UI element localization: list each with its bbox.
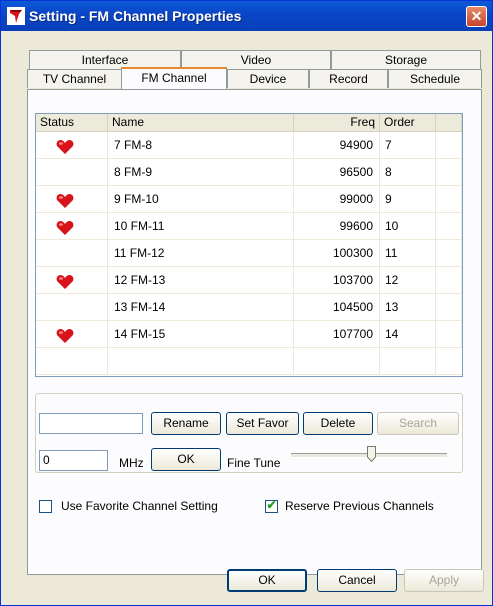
heart-icon bbox=[56, 192, 74, 208]
spacer-cell bbox=[436, 186, 462, 212]
status-cell bbox=[36, 321, 108, 347]
ok-button[interactable]: OK bbox=[227, 569, 307, 592]
tab-fm-channel[interactable]: FM Channel bbox=[121, 67, 227, 89]
table-row[interactable]: 14 FM-15 107700 14 bbox=[36, 321, 462, 348]
table-row[interactable]: 8 FM-9 96500 8 bbox=[36, 159, 462, 186]
empty-cell bbox=[108, 348, 294, 374]
reserve-previous-label: Reserve Previous Channels bbox=[285, 499, 434, 513]
tab-device[interactable]: Device bbox=[227, 69, 309, 88]
heart-icon bbox=[56, 327, 74, 343]
name-cell: 10 FM-11 bbox=[108, 213, 294, 239]
table-row[interactable]: 11 FM-12 100300 11 bbox=[36, 240, 462, 267]
close-icon: ✕ bbox=[470, 8, 483, 24]
close-button[interactable]: ✕ bbox=[466, 6, 487, 27]
header-order[interactable]: Order bbox=[380, 114, 436, 132]
dialog-window: Setting - FM Channel Properties ✕ Interf… bbox=[0, 0, 493, 606]
channel-list[interactable]: Status Name Freq Order 7 FM-8 94900 7 8 FM-… bbox=[35, 113, 463, 377]
use-favorite-label: Use Favorite Channel Setting bbox=[61, 499, 218, 513]
reserve-previous-checkbox[interactable]: ✔ bbox=[265, 498, 278, 513]
spacer-cell bbox=[436, 240, 462, 266]
header-name[interactable]: Name bbox=[108, 114, 294, 132]
empty-cell bbox=[380, 348, 436, 374]
spacer-cell bbox=[436, 321, 462, 347]
check-icon: ✔ bbox=[266, 498, 277, 512]
status-cell bbox=[36, 159, 108, 185]
freq-cell: 104500 bbox=[294, 294, 380, 320]
freq-cell: 94900 bbox=[294, 132, 380, 158]
cancel-button[interactable]: Cancel bbox=[317, 569, 397, 592]
freq-cell: 107700 bbox=[294, 321, 380, 347]
name-cell: 12 FM-13 bbox=[108, 267, 294, 293]
spacer-cell bbox=[436, 132, 462, 158]
spacer-cell bbox=[436, 294, 462, 320]
app-icon bbox=[7, 7, 25, 25]
heart-icon bbox=[56, 273, 74, 289]
order-cell: 7 bbox=[380, 132, 436, 158]
fine-tune-label: Fine Tune bbox=[227, 456, 281, 470]
delete-button[interactable]: Delete bbox=[303, 412, 373, 435]
status-cell bbox=[36, 240, 108, 266]
status-cell bbox=[36, 294, 108, 320]
rename-button[interactable]: Rename bbox=[151, 412, 221, 435]
name-cell: 8 FM-9 bbox=[108, 159, 294, 185]
window-title: Setting - FM Channel Properties bbox=[29, 8, 242, 24]
status-cell bbox=[36, 267, 108, 293]
freq-cell: 96500 bbox=[294, 159, 380, 185]
name-cell: 11 FM-12 bbox=[108, 240, 294, 266]
spacer-cell bbox=[436, 267, 462, 293]
status-cell bbox=[36, 186, 108, 212]
channel-name-input[interactable] bbox=[39, 413, 143, 434]
order-cell: 12 bbox=[380, 267, 436, 293]
order-cell: 8 bbox=[380, 159, 436, 185]
order-cell: 10 bbox=[380, 213, 436, 239]
header-freq[interactable]: Freq bbox=[294, 114, 380, 132]
order-cell: 14 bbox=[380, 321, 436, 347]
header-status[interactable]: Status bbox=[36, 114, 108, 132]
tab-record[interactable]: Record bbox=[309, 69, 388, 88]
set-favor-button[interactable]: Set Favor bbox=[226, 412, 299, 435]
name-cell: 13 FM-14 bbox=[108, 294, 294, 320]
tab-schedule[interactable]: Schedule bbox=[388, 69, 482, 88]
apply-button[interactable]: Apply bbox=[404, 569, 484, 592]
table-row[interactable]: 12 FM-13 103700 12 bbox=[36, 267, 462, 294]
ok-frequency-button[interactable]: OK bbox=[151, 448, 221, 471]
empty-row bbox=[36, 348, 462, 375]
empty-cell bbox=[294, 348, 380, 374]
slider-thumb[interactable] bbox=[367, 446, 376, 462]
tab-tv-channel[interactable]: TV Channel bbox=[27, 69, 122, 88]
freq-cell: 99000 bbox=[294, 186, 380, 212]
header-spacer bbox=[436, 114, 462, 132]
name-cell: 14 FM-15 bbox=[108, 321, 294, 347]
spacer-cell bbox=[436, 159, 462, 185]
freq-cell: 103700 bbox=[294, 267, 380, 293]
name-cell: 7 FM-8 bbox=[108, 132, 294, 158]
table-row[interactable]: 13 FM-14 104500 13 bbox=[36, 294, 462, 321]
order-cell: 9 bbox=[380, 186, 436, 212]
freq-cell: 100300 bbox=[294, 240, 380, 266]
heart-icon bbox=[56, 219, 74, 235]
table-row[interactable]: 9 FM-10 99000 9 bbox=[36, 186, 462, 213]
heart-icon bbox=[56, 138, 74, 154]
table-row[interactable]: 10 FM-11 99600 10 bbox=[36, 213, 462, 240]
tab-storage[interactable]: Storage bbox=[331, 50, 481, 69]
freq-cell: 99600 bbox=[294, 213, 380, 239]
empty-cell bbox=[36, 348, 108, 374]
search-button[interactable]: Search bbox=[377, 412, 459, 435]
status-cell bbox=[36, 132, 108, 158]
order-cell: 11 bbox=[380, 240, 436, 266]
order-cell: 13 bbox=[380, 294, 436, 320]
use-favorite-checkbox[interactable] bbox=[39, 500, 52, 513]
spacer-cell bbox=[436, 213, 462, 239]
status-cell bbox=[36, 213, 108, 239]
title-bar[interactable]: Setting - FM Channel Properties ✕ bbox=[1, 1, 492, 31]
table-row[interactable]: 7 FM-8 94900 7 bbox=[36, 132, 462, 159]
mhz-label: MHz bbox=[119, 456, 144, 470]
frequency-input[interactable]: 0 bbox=[39, 450, 108, 471]
name-cell: 9 FM-10 bbox=[108, 186, 294, 212]
